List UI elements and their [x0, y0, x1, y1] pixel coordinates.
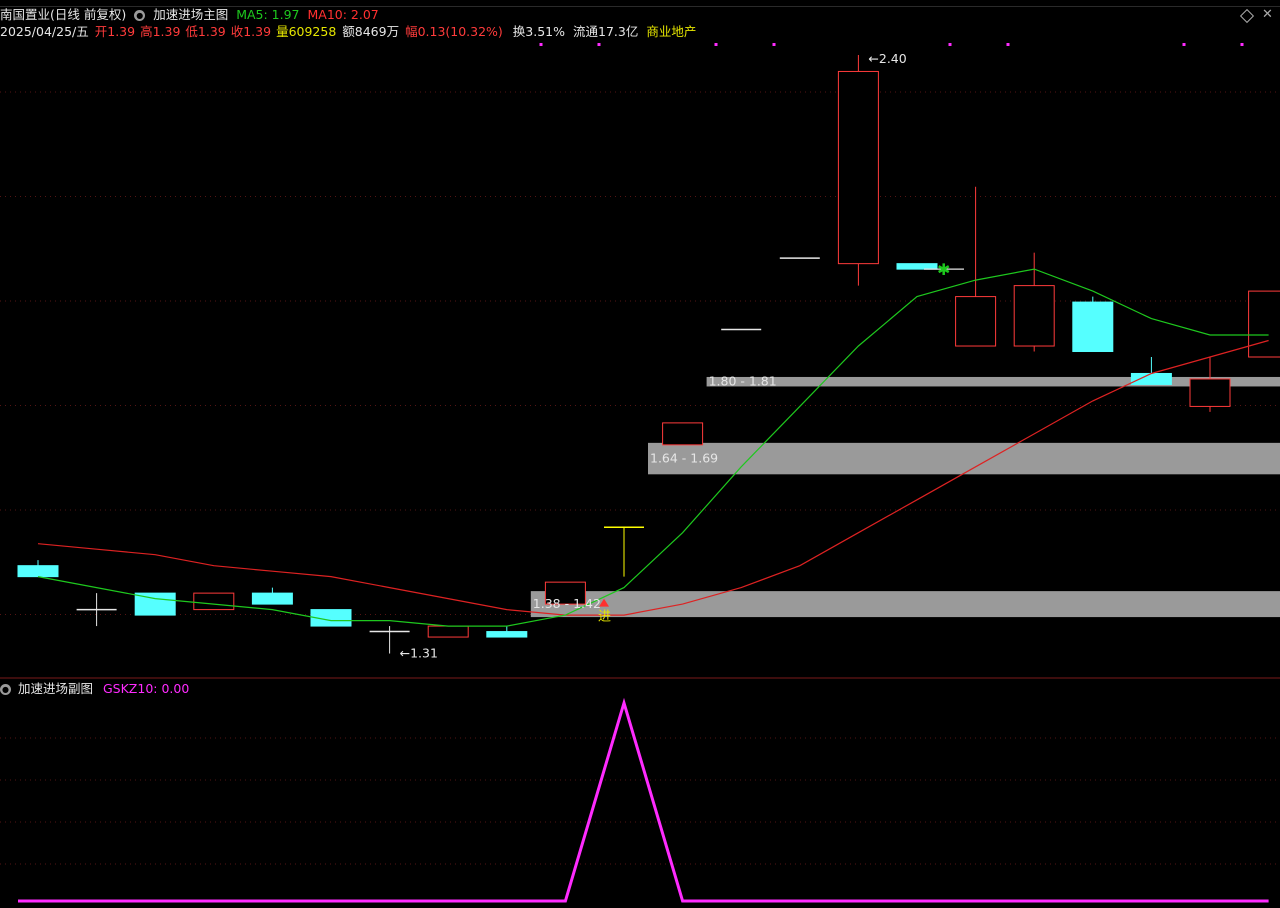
sub-indicator-name[interactable]: 加速进场副图 — [18, 681, 93, 696]
support-zone — [648, 442, 1280, 475]
sub-settings-circle-icon[interactable]: ● — [0, 684, 11, 695]
candle-body — [955, 296, 997, 347]
candle-body — [17, 565, 59, 578]
candle-body — [193, 592, 235, 611]
zone-label: 1.38 - 1.42 — [533, 596, 601, 611]
candle-body — [251, 592, 293, 605]
quote-volume: 量609258 — [276, 24, 337, 39]
candle-body — [486, 631, 528, 638]
quote-date: 2025/04/25/五 — [0, 24, 89, 39]
sub-panel-header: ● 加速进场副图 GSKZ10: 0.00 — [0, 680, 189, 698]
price-annotation: ←1.31 — [400, 646, 438, 661]
sub-value-label: GSKZ10: 0.00 — [102, 681, 190, 696]
chart-canvas: 1.80 - 1.81 1.64 - 1.69 1.38 - 1.42 ←2.40 ←1… — [0, 43, 1280, 903]
candle-body — [427, 625, 469, 638]
marker-dot — [1240, 43, 1244, 46]
candle-body — [1072, 301, 1114, 353]
quote-low: 低1.39 — [185, 24, 226, 39]
marker-dot — [539, 43, 543, 46]
quote-amount: 额8469万 — [342, 24, 400, 39]
zone-label: 1.64 - 1.69 — [650, 451, 718, 466]
candle-body — [1189, 378, 1231, 407]
candle-body — [1013, 285, 1055, 347]
stock-name[interactable]: 南国置业(日线 前复权) — [0, 6, 126, 24]
quote-close: 收1.39 — [230, 24, 272, 39]
marker-dot — [714, 43, 718, 46]
candle-body — [1248, 290, 1280, 358]
marker-dot — [1006, 43, 1010, 46]
signal-label: 进 — [598, 610, 611, 625]
main-panel-header: 南国置业(日线 前复权) ● 加速进场主图 MA5: 1.97 MA10: 2.… — [0, 6, 383, 24]
marker-dot — [597, 43, 601, 46]
ma10-label: MA10: 2.07 — [307, 7, 379, 22]
quote-change: 幅0.13(10.32%) — [405, 24, 503, 39]
gskz10-line — [18, 697, 1269, 903]
zone-layer — [530, 376, 1280, 618]
candle-body — [837, 70, 879, 265]
close-icon[interactable]: ✕ — [1262, 6, 1273, 24]
main-indicator-name[interactable]: 加速进场主图 — [153, 6, 228, 24]
candle-body — [896, 263, 938, 270]
quote-sector[interactable]: 商业地产 — [646, 23, 696, 41]
annotation-layer: 1.80 - 1.81 1.64 - 1.69 1.38 - 1.42 ←2.40 ←1… — [400, 51, 964, 661]
quote-info-bar: 2025/04/25/五 开1.39 高1.39 低1.39 收1.39 量60… — [0, 23, 700, 41]
candle-body — [1130, 372, 1172, 385]
sub-panel-layer — [18, 697, 1269, 903]
candle-body — [662, 422, 704, 446]
price-annotation: ←2.40 — [868, 51, 906, 66]
settings-circle-icon[interactable]: ● — [134, 10, 146, 21]
ma5-label: MA5: 1.97 — [236, 7, 300, 22]
quote-float-cap: 流通17.3亿 — [573, 24, 639, 39]
quote-turnover: 换3.51% — [512, 24, 566, 39]
marker-dot — [772, 43, 776, 46]
support-zone — [530, 591, 1280, 618]
quote-high: 高1.39 — [140, 24, 181, 39]
marker-dot — [1182, 43, 1186, 46]
quote-open: 开1.39 — [94, 24, 136, 39]
marker-dot — [948, 43, 952, 46]
star-icon: ✱ — [937, 260, 950, 279]
zone-label: 1.80 - 1.81 — [709, 374, 777, 389]
